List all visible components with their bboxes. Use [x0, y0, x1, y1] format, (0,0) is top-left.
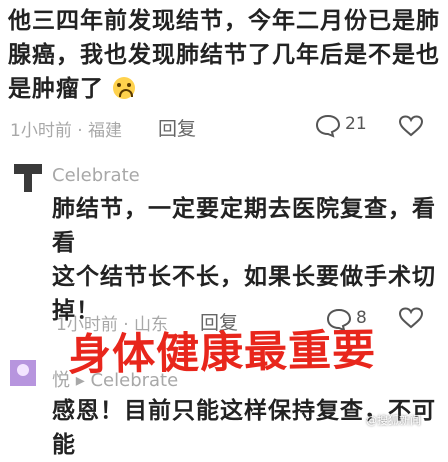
avatar[interactable]	[12, 160, 44, 192]
heart-icon[interactable]	[398, 114, 424, 138]
comment-count-button[interactable]: 21	[315, 112, 385, 140]
crying-face-icon	[113, 77, 136, 99]
comment-bubble-icon	[315, 114, 341, 138]
reply-line-2: 这个结节长不长，如果长要做手术切	[52, 264, 436, 290]
reply-username[interactable]: Celebrate	[52, 165, 140, 186]
heart-icon[interactable]	[398, 306, 424, 330]
comment-count: 21	[345, 114, 367, 134]
comment-line-1: 他三四年前发现结节，今年二月份已是肺	[8, 8, 440, 34]
comment-line-3-row: 是肿瘤了	[8, 72, 440, 106]
avatar-image	[14, 164, 42, 192]
reply-line-1: 感恩！目前只能这样保持复查，不可能	[52, 398, 436, 458]
reply-username[interactable]: 悦 ▸ Celebrate	[52, 366, 178, 392]
comment-line-3: 是肿瘤了	[8, 76, 104, 102]
avatar[interactable]	[10, 360, 36, 386]
reply-button[interactable]: 回复	[158, 114, 196, 141]
comment-text: 他三四年前发现结节，今年二月份已是肺 腺癌，我也发现肺结节了几年后是不是也 是肿…	[8, 4, 440, 106]
comment-line-2: 腺癌，我也发现肺结节了几年后是不是也	[8, 42, 440, 68]
avatar-image	[10, 360, 36, 386]
comment-time-location: 1小时前 · 福建	[10, 121, 123, 141]
watermark: @搜狐新闻	[366, 414, 421, 427]
reply-line-1: 肺结节，一定要定期去医院复查，看看	[52, 196, 436, 256]
reply-text: 肺结节，一定要定期去医院复查，看看 这个结节长不长，如果长要做手术切 掉！	[52, 192, 448, 328]
